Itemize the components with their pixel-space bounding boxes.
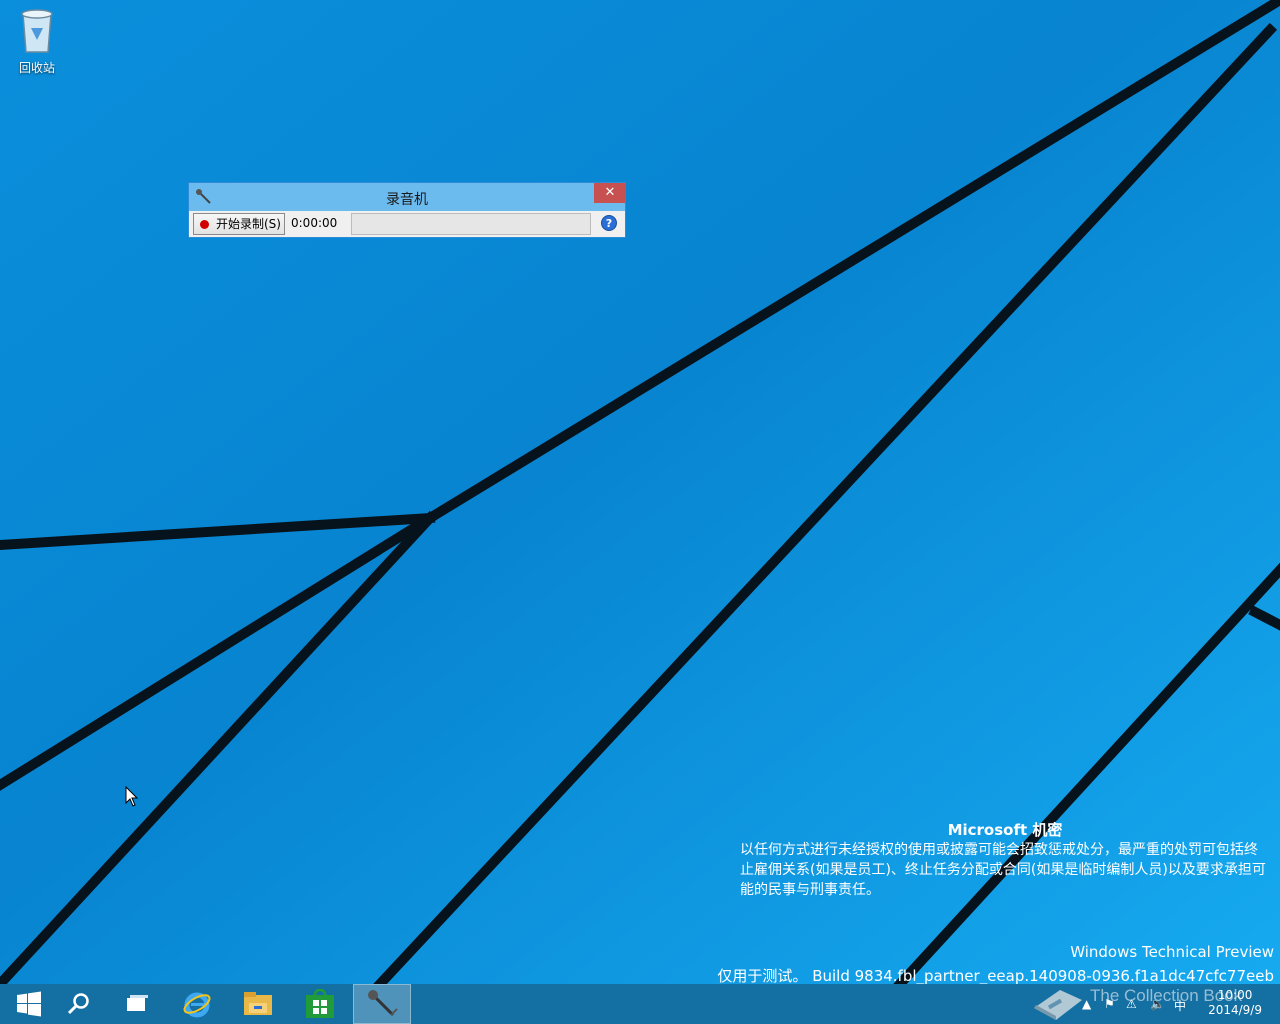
- confidential-notice: Microsoft 机密 以任何方式进行未经授权的使用或披露可能会招致惩戒处分，…: [740, 820, 1270, 900]
- mouse-cursor-icon: [125, 786, 139, 807]
- window-title: 录音机: [386, 192, 428, 208]
- store-icon: [306, 989, 334, 1018]
- desktop-icon-label: 回收站: [18, 61, 55, 75]
- folder-icon: [244, 992, 272, 1015]
- confidential-heading: Microsoft 机密: [947, 821, 1063, 839]
- record-dot-icon: [200, 220, 209, 229]
- help-button[interactable]: ?: [601, 215, 617, 231]
- start-recording-button[interactable]: 开始录制(S): [193, 213, 285, 235]
- level-meter: [351, 213, 591, 235]
- ie-icon: [183, 992, 211, 1018]
- book-logo-icon: [1034, 990, 1082, 1020]
- recycle-bin-icon: [21, 9, 53, 53]
- task-view-button[interactable]: [108, 984, 166, 1024]
- search-button[interactable]: [50, 984, 108, 1024]
- build-string: 仅用于测试。 Build 9834.fbl_partner_eeap.14090…: [717, 967, 1274, 984]
- recorder-toolbar: 开始录制(S) 0:00:00 ?: [191, 213, 623, 236]
- sound-recorder-button[interactable]: [353, 984, 411, 1024]
- sound-recorder-window[interactable]: 录音机 ✕ 开始录制(S) 0:00:00 ?: [188, 182, 626, 238]
- confidential-body: 以任何方式进行未经授权的使用或披露可能会招致惩戒处分，最严重的处罚可包括终止雇佣…: [740, 842, 1266, 898]
- windows-logo-icon: [17, 991, 41, 1017]
- desktop[interactable]: 回收站 录音机 ✕ 开始录制(S) 0:00:00 ? Microsoft 机密…: [0, 0, 1280, 984]
- microphone-icon: [368, 990, 398, 1017]
- collection-watermark: The Collection Book: [1090, 986, 1243, 1005]
- store-button[interactable]: [291, 984, 349, 1024]
- build-watermark: Windows Technical Preview 仅用于测试。 Build 9…: [717, 940, 1274, 984]
- taskbar: ▲ ⚑ ⚠ 🔈 中 10:00 2014/9/9: [0, 984, 1280, 1024]
- start-recording-label: 开始录制(S): [216, 217, 281, 231]
- file-explorer-button[interactable]: [229, 984, 287, 1024]
- search-icon: [67, 993, 89, 1015]
- title-bar[interactable]: 录音机 ✕: [189, 183, 626, 211]
- elapsed-time: 0:00:00: [291, 216, 338, 230]
- internet-explorer-button[interactable]: [168, 984, 226, 1024]
- task-view-icon: [127, 995, 148, 1011]
- desktop-icon-recycle-bin[interactable]: 回收站: [8, 6, 66, 76]
- close-button[interactable]: ✕: [594, 183, 626, 203]
- product-name: Windows Technical Preview: [1070, 943, 1274, 961]
